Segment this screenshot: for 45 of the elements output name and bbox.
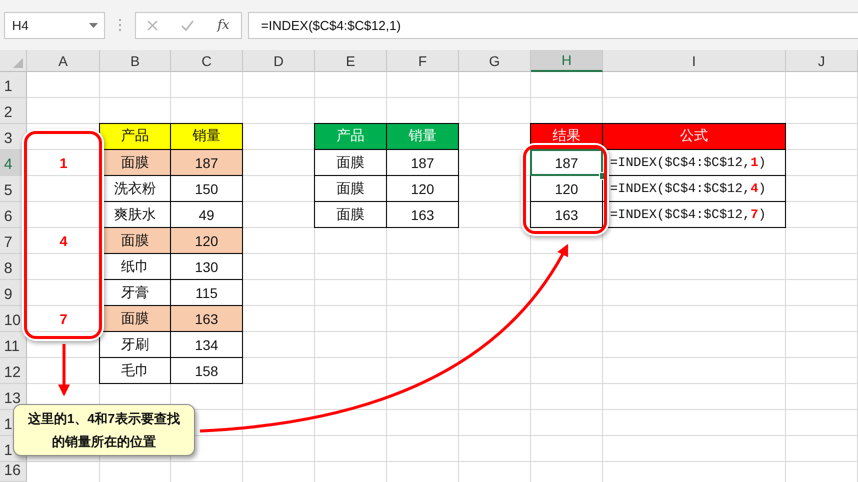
position-number: 4 (58, 232, 68, 251)
table-cell: 120 (170, 227, 243, 254)
dropdown-icon[interactable] (89, 22, 98, 28)
row-header[interactable]: 1 (0, 72, 27, 98)
column-heading-cell: 产品 (99, 123, 171, 150)
table-cell: 158 (170, 357, 243, 384)
position-number: 1 (58, 154, 68, 173)
row-header[interactable]: 12 (0, 358, 27, 384)
column-header[interactable]: G (459, 50, 531, 72)
row-header[interactable]: 11 (0, 332, 27, 358)
column-header[interactable]: C (171, 50, 243, 72)
formula-field[interactable]: =INDEX($C$4:$C$12,1) (248, 12, 858, 38)
position-number: 7 (58, 310, 68, 329)
row-header[interactable]: 16 (0, 462, 27, 482)
row-header[interactable]: 2 (0, 98, 27, 124)
column-heading-cell: 销量 (170, 123, 243, 150)
select-all-corner[interactable] (0, 50, 27, 72)
table-cell: 面膜 (314, 201, 387, 228)
table-cell: 163 (170, 305, 243, 332)
insert-function-button[interactable]: fx (217, 18, 230, 32)
column-heading-cell: 公式 (602, 123, 786, 150)
column-header[interactable]: B (100, 50, 171, 72)
arrow (58, 344, 70, 396)
table-cell: 毛巾 (99, 357, 171, 384)
column-header[interactable]: F (387, 50, 459, 72)
row-header[interactable]: 3 (0, 124, 27, 150)
column-heading-cell: 销量 (386, 123, 459, 150)
column-header[interactable]: D (243, 50, 315, 72)
row-header[interactable]: 13 (0, 384, 27, 410)
cancel-icon[interactable] (147, 20, 158, 30)
note-text: 这里的1、4和7表示要查找的销量所在的位置 (27, 410, 181, 451)
column-header[interactable]: E (315, 50, 387, 72)
column-heading-cell: 产品 (314, 123, 387, 150)
column-header[interactable]: I (603, 50, 786, 72)
table-cell: 187 (530, 149, 603, 176)
table-cell: 163 (386, 201, 459, 228)
column-header[interactable]: J (786, 50, 858, 72)
column-header[interactable]: A (27, 50, 100, 72)
column-header[interactable]: H (531, 50, 603, 72)
formula-cell: =INDEX($C$4:$C$12,7) (602, 201, 786, 228)
checkmark-icon[interactable] (181, 20, 194, 30)
triangle-icon (13, 58, 23, 68)
name-box[interactable]: H4 (4, 12, 105, 38)
grip-icon (117, 18, 123, 32)
table-cell: 187 (170, 149, 243, 176)
